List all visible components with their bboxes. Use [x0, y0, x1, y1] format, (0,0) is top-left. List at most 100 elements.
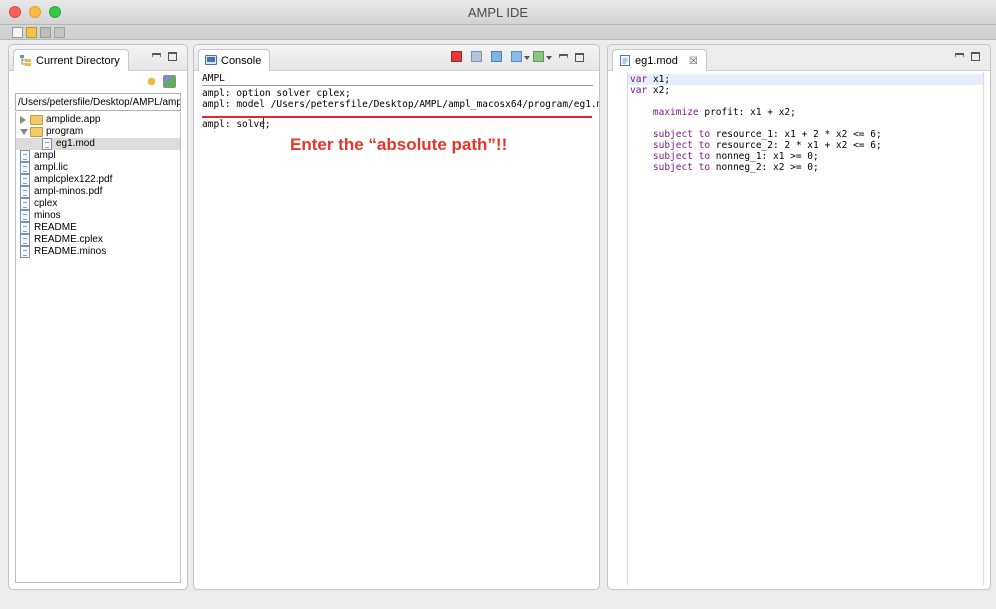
- file-icon: [20, 174, 30, 186]
- tree-item-label: README.minos: [34, 246, 107, 257]
- tree-item[interactable]: cplex: [16, 198, 180, 210]
- editor-panel: eg1.mod ☒ var x1; var x2; maximize profit…: [607, 44, 991, 590]
- code-text: x1;: [647, 74, 671, 85]
- tree-item-label: minos: [34, 210, 61, 221]
- tree-item[interactable]: minos: [16, 210, 180, 222]
- console-icon: [205, 55, 217, 65]
- tree-item-label: README: [34, 222, 77, 233]
- tree-item-label: ampl-minos.pdf: [34, 186, 103, 197]
- file-icon: [20, 246, 30, 258]
- title-bar: AMPL IDE: [0, 0, 996, 25]
- current-directory-panel: Current Directory /Users/petersfile/Desk…: [8, 44, 188, 590]
- code-keyword: var: [630, 74, 648, 85]
- editor-overview-ruler: [983, 72, 984, 585]
- file-icon: [42, 138, 52, 150]
- file-icon: [20, 222, 30, 234]
- remove-launch-icon[interactable]: [471, 51, 482, 62]
- tree-item-label: README.cplex: [34, 234, 103, 245]
- new-file-icon[interactable]: [12, 27, 23, 38]
- code-keyword: var: [630, 85, 648, 96]
- code-line: subject to nonneg_2: x2 >= 0;: [630, 162, 819, 173]
- file-icon: [20, 186, 30, 198]
- tree-item[interactable]: amplide.app: [16, 114, 180, 126]
- tab-console[interactable]: Console: [198, 49, 271, 71]
- code-keyword: subject to: [630, 151, 711, 162]
- console-line: ampl: option solver cplex;: [202, 88, 351, 99]
- file-icon: [20, 210, 30, 222]
- refresh-icon[interactable]: [145, 75, 158, 88]
- file-tree: amplide.app program eg1.mod ampl ampl.lic amp…: [15, 112, 181, 583]
- code-keyword: maximize: [630, 107, 699, 118]
- code-text: nonneg_2: x2 >= 0;: [710, 162, 819, 173]
- tree-item-label: eg1.mod: [56, 138, 95, 149]
- tab-eg1-mod[interactable]: eg1.mod ☒: [612, 49, 707, 71]
- tab-label: Current Directory: [36, 55, 120, 67]
- folder-icon: [30, 115, 43, 125]
- code-keyword: subject to: [630, 129, 711, 140]
- tree-item[interactable]: ampl.lic: [16, 162, 180, 174]
- save-all-icon[interactable]: [54, 27, 65, 38]
- directory-path-field[interactable]: /Users/petersfile/Desktop/AMPL/ampl_: [15, 93, 181, 111]
- maximize-panel-icon[interactable]: [971, 52, 980, 61]
- red-underline-highlight: [202, 116, 592, 118]
- code-line: subject to resource_2: 2 * x1 + x2 <= 6;: [630, 140, 882, 151]
- minimize-panel-icon[interactable]: [955, 53, 964, 57]
- terminate-icon[interactable]: [451, 51, 462, 62]
- minimize-panel-icon[interactable]: [559, 54, 568, 58]
- directory-tree-icon: [20, 55, 31, 66]
- code-keyword: subject to: [630, 140, 711, 151]
- file-icon: [20, 162, 30, 174]
- chevron-down-icon[interactable]: [546, 56, 552, 60]
- tree-item[interactable]: ampl: [16, 150, 180, 162]
- console-title: AMPL: [202, 73, 593, 86]
- open-console-icon[interactable]: [533, 51, 544, 62]
- tree-item[interactable]: eg1.mod: [16, 138, 180, 150]
- minimize-panel-icon[interactable]: [152, 53, 161, 57]
- file-icon: [20, 150, 30, 162]
- folder-icon: [30, 127, 43, 137]
- maximize-panel-icon[interactable]: [168, 52, 177, 61]
- tree-item[interactable]: README.cplex: [16, 234, 180, 246]
- code-line: subject to nonneg_1: x1 >= 0;: [630, 151, 819, 162]
- tree-item-label: amplide.app: [46, 114, 101, 125]
- tree-item[interactable]: README.minos: [16, 246, 180, 258]
- chevron-right-icon[interactable]: [20, 116, 26, 124]
- directory-actions: [145, 75, 179, 89]
- display-console-icon[interactable]: [511, 51, 522, 62]
- code-editor[interactable]: var x1; var x2; maximize profit: x1 + x2;…: [608, 72, 990, 589]
- pin-console-icon[interactable]: [491, 51, 502, 62]
- link-with-editor-icon[interactable]: [163, 75, 176, 88]
- console-line: ampl: solve;: [202, 119, 271, 130]
- code-text: resource_1: x1 + 2 * x2 <= 6;: [710, 129, 882, 140]
- tree-item[interactable]: README: [16, 222, 180, 234]
- editor-header: eg1.mod ☒: [608, 45, 990, 71]
- open-folder-icon[interactable]: [26, 27, 37, 38]
- tree-item-label: ampl.lic: [34, 162, 68, 173]
- tree-item-label: program: [46, 126, 84, 137]
- panel-header: Console: [194, 45, 599, 71]
- code-text: nonneg_1: x1 >= 0;: [710, 151, 819, 162]
- code-line: var x2;: [630, 85, 670, 96]
- console-toolbar: [451, 50, 591, 64]
- chevron-down-icon[interactable]: [524, 56, 530, 60]
- console-panel: Console AMPL ampl: option solver cplex; …: [193, 44, 600, 590]
- chevron-down-icon[interactable]: [20, 129, 28, 135]
- tree-item[interactable]: program: [16, 126, 180, 138]
- code-text: x2;: [647, 85, 671, 96]
- file-icon: [20, 198, 30, 210]
- code-line: maximize profit: x1 + x2;: [630, 107, 796, 118]
- panel-header: Current Directory: [9, 45, 187, 71]
- tab-label: eg1.mod: [635, 55, 678, 67]
- save-icon[interactable]: [40, 27, 51, 38]
- window-title: AMPL IDE: [467, 5, 529, 20]
- tree-item[interactable]: ampl-minos.pdf: [16, 186, 180, 198]
- console-output[interactable]: AMPL ampl: option solver cplex; ampl: mo…: [194, 72, 599, 589]
- maximize-panel-icon[interactable]: [575, 53, 584, 62]
- main-toolbar: [0, 25, 996, 40]
- close-tab-icon[interactable]: ☒: [689, 56, 698, 67]
- tree-item[interactable]: amplcplex122.pdf: [16, 174, 180, 186]
- file-icon: [20, 234, 30, 246]
- tab-current-directory[interactable]: Current Directory: [13, 49, 129, 71]
- console-line: ampl: model /Users/petersfile/Desktop/AM…: [202, 99, 600, 110]
- editor-gutter: [620, 72, 628, 585]
